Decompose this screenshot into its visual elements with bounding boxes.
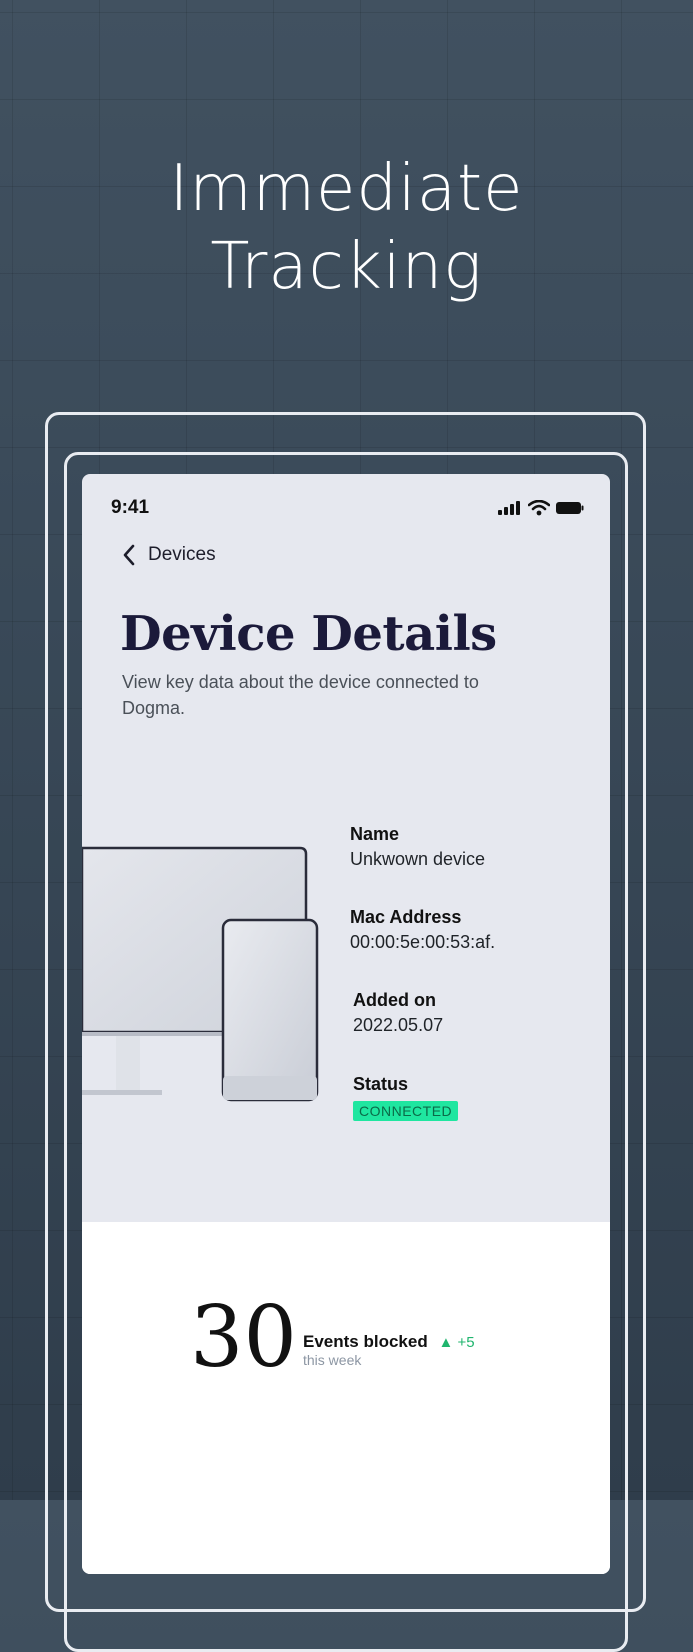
detail-name: Name Unkwown device (350, 824, 485, 870)
events-delta: ▲ +5 (438, 1334, 474, 1351)
status-label: Status (353, 1074, 409, 1094)
signal-icon (498, 501, 520, 515)
events-label: Events blocked (303, 1332, 428, 1351)
mac-value: 00:00:5e:00:53:af. (350, 932, 496, 952)
back-button[interactable]: Devices (122, 544, 216, 566)
status-badge: CONNECTED (353, 1101, 459, 1121)
hero-title: Immediate Tracking (0, 150, 693, 306)
events-count: 30 (190, 1288, 297, 1386)
detail-mac: Mac Address 00:00:5e:00:53:af. (350, 907, 495, 953)
detail-added: Added on 2022.05.07 (353, 990, 443, 1036)
phone-screen: 9:41 Devices Device Details View key dat… (82, 474, 610, 1574)
name-value: Unkwown device (350, 849, 486, 869)
chevron-left-icon (123, 544, 135, 566)
stats-card (82, 1222, 610, 1574)
delta-value: +5 (457, 1334, 475, 1351)
back-label: Devices (148, 544, 216, 565)
detail-status: Status CONNECTED (353, 1074, 459, 1121)
battery-icon (556, 502, 584, 514)
wifi-icon (528, 500, 550, 516)
mac-label: Mac Address (350, 907, 462, 927)
events-period: this week (303, 1352, 362, 1368)
events-label-row: Events blocked ▲ +5 (303, 1332, 475, 1352)
name-label: Name (350, 824, 400, 844)
status-icons (498, 500, 584, 516)
page-title: Device Details (120, 606, 497, 662)
triangle-up-icon: ▲ (438, 1334, 454, 1351)
hero-title-line2: Tracking (210, 230, 483, 304)
hero-title-line1: Immediate (169, 152, 524, 226)
status-time: 9:41 (111, 497, 150, 518)
added-value: 2022.05.07 (353, 1015, 444, 1035)
added-label: Added on (353, 990, 436, 1010)
device-illustration (82, 846, 319, 1102)
page-subtitle: View key data about the device connected… (122, 672, 479, 718)
